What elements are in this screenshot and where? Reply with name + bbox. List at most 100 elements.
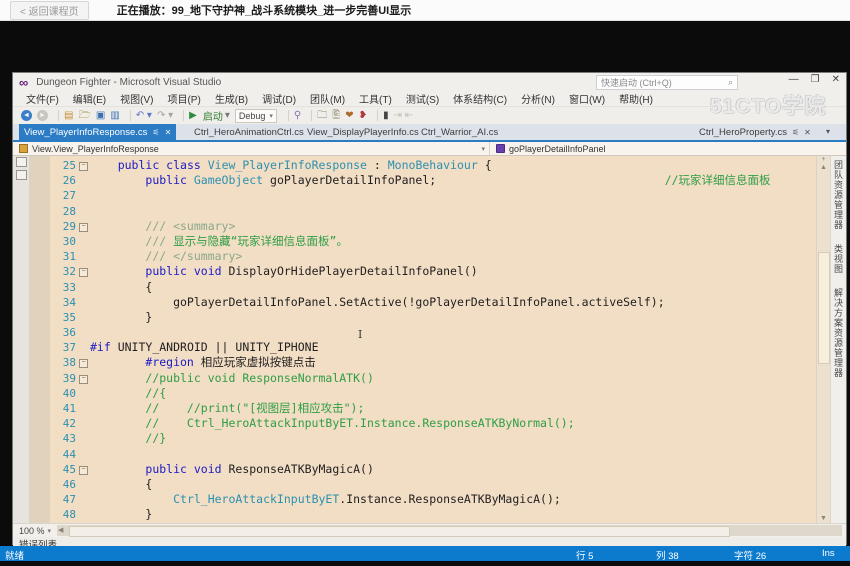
collapse-icon[interactable]: − xyxy=(79,223,88,232)
code-editor[interactable]: I 25− public class View_PlayerInfoRespon… xyxy=(13,156,846,523)
code-line-34[interactable]: 34 goPlayerDetailInfoPanel.SetActive(!go… xyxy=(50,295,816,310)
collapse-icon[interactable]: − xyxy=(79,359,88,368)
toolbar: ◄ ► ▤ 🗁 ▣ ▥ ↶ ▾ ↷ ▾ ▶ 启动 ▾ Debug ▾ ⚲ 🗀 🖺… xyxy=(13,106,846,124)
document-tab-View_PlayerInfoResponse.cs[interactable]: View_PlayerInfoResponse.cs⚟✕ xyxy=(19,124,176,140)
code-text: public class View_PlayerInfoResponse : M… xyxy=(90,158,816,173)
redo-icon[interactable]: ↷ ▾ xyxy=(157,110,173,122)
vertical-scrollbar[interactable]: + ▲ ▼ xyxy=(816,156,830,523)
server-explorer-icon[interactable] xyxy=(16,170,27,180)
menu-item-9[interactable]: 体系结构(C) xyxy=(446,91,514,106)
toolbox-icon[interactable] xyxy=(16,157,27,167)
menu-item-2[interactable]: 视图(V) xyxy=(113,91,160,106)
document-tab-Ctrl_HeroAnimationCtrl.cs[interactable]: Ctrl_HeroAnimationCtrl.cs xyxy=(189,124,309,140)
line-number: 42 xyxy=(50,416,76,431)
navigate-forward-icon[interactable]: ► xyxy=(37,110,48,121)
new-file-icon[interactable]: ▤ xyxy=(64,110,73,122)
quick-launch-input[interactable]: 快速启动 (Ctrl+Q) ⌕ xyxy=(596,75,738,90)
code-line-48[interactable]: 48 } xyxy=(50,507,816,522)
open-file-icon[interactable]: 🗁 xyxy=(78,110,90,122)
code-lines[interactable]: I 25− public class View_PlayerInfoRespon… xyxy=(50,156,816,523)
undo-icon[interactable]: ↶ ▾ xyxy=(136,110,152,122)
code-line-39[interactable]: 39− //public void ResponseNormalATK() xyxy=(50,371,816,386)
code-line-27[interactable]: 27 xyxy=(50,188,816,203)
solution-configuration-dropdown[interactable]: Debug ▾ xyxy=(235,109,277,123)
horizontal-scrollbar[interactable]: ◀ xyxy=(57,525,842,536)
collapse-icon[interactable]: − xyxy=(79,268,88,277)
code-line-25[interactable]: 25− public class View_PlayerInfoResponse… xyxy=(50,158,816,173)
minimize-button[interactable]: — xyxy=(789,74,799,85)
code-line-43[interactable]: 43 //} xyxy=(50,431,816,446)
indent-icon[interactable]: ⇥ ⇤ xyxy=(394,110,414,122)
scroll-down-icon[interactable]: ▼ xyxy=(817,515,830,522)
zoom-level-dropdown[interactable]: 100 % xyxy=(19,526,45,536)
code-line-32[interactable]: 32− public void DisplayOrHidePlayerDetai… xyxy=(50,264,816,279)
code-line-38[interactable]: 38− #region 相应玩家虚拟按键点击 xyxy=(50,355,816,370)
menu-item-4[interactable]: 生成(B) xyxy=(208,91,255,106)
menu-item-0[interactable]: 文件(F) xyxy=(19,91,66,106)
collapse-icon[interactable]: − xyxy=(79,162,88,171)
menu-item-5[interactable]: 调试(D) xyxy=(255,91,303,106)
breakpoint-margin[interactable] xyxy=(30,156,50,523)
code-line-29[interactable]: 29− /// <summary> xyxy=(50,219,816,234)
menu-item-6[interactable]: 团队(M) xyxy=(303,91,352,106)
close-button[interactable]: ✕ xyxy=(832,74,840,85)
dock-tab-1[interactable]: 类视图 xyxy=(832,244,845,274)
dock-tab-0[interactable]: 团队资源管理器 xyxy=(832,160,845,230)
pin-icon[interactable]: ⚟ xyxy=(792,128,799,137)
code-line-41[interactable]: 41 // //print("[视图层]相应攻击"); xyxy=(50,401,816,416)
vertical-scroll-thumb[interactable] xyxy=(818,252,830,364)
code-line-46[interactable]: 46 { xyxy=(50,477,816,492)
pin-icon[interactable]: ⚟ xyxy=(152,128,159,137)
code-line-26[interactable]: 26 public GameObject goPlayerDetailInfoP… xyxy=(50,173,816,188)
close-icon[interactable]: ✕ xyxy=(804,128,811,137)
scroll-up-icon[interactable]: ▲ xyxy=(817,164,830,171)
menu-item-12[interactable]: 帮助(H) xyxy=(612,91,660,106)
start-button-label[interactable]: 启动 xyxy=(203,108,223,123)
close-icon[interactable]: ✕ xyxy=(165,128,172,137)
code-line-40[interactable]: 40 //{ xyxy=(50,386,816,401)
horizontal-scroll-thumb[interactable] xyxy=(69,526,730,537)
find-in-files-icon[interactable]: 🗀 xyxy=(317,110,327,122)
attach-process-icon[interactable]: ⚲ xyxy=(294,110,301,122)
uncomment-icon[interactable]: ❥ xyxy=(359,110,367,122)
code-line-42[interactable]: 42 // Ctrl_HeroAttackInputByET.Instance.… xyxy=(50,416,816,431)
code-line-45[interactable]: 45− public void ResponseATKByMagicA() xyxy=(50,462,816,477)
code-line-35[interactable]: 35 } xyxy=(50,310,816,325)
visual-studio-window: ∞ Dungeon Fighter - Microsoft Visual Stu… xyxy=(12,72,847,545)
scroll-left-icon[interactable]: ◀ xyxy=(58,526,63,534)
comment-icon[interactable]: ❤ xyxy=(345,110,353,122)
code-line-44[interactable]: 44 xyxy=(50,447,816,462)
document-tab-Ctrl_HeroProperty.cs[interactable]: Ctrl_HeroProperty.cs⚟✕ xyxy=(694,124,816,140)
type-dropdown-value: View.View_PlayerInfoResponse xyxy=(32,144,159,154)
code-line-33[interactable]: 33 { xyxy=(50,280,816,295)
save-icon[interactable]: ▣ xyxy=(96,110,105,122)
back-to-course-button[interactable]: < 返回课程页 xyxy=(10,1,89,20)
breakpoint-icon[interactable]: ▮ xyxy=(383,110,389,122)
type-dropdown[interactable]: View.View_PlayerInfoResponse ▾ xyxy=(13,142,490,155)
code-line-28[interactable]: 28 xyxy=(50,204,816,219)
maximize-button[interactable]: ❐ xyxy=(811,74,820,85)
find-symbol-icon[interactable]: 🖺 xyxy=(332,110,340,122)
collapse-icon[interactable]: − xyxy=(79,466,88,475)
start-debug-icon[interactable]: ▶ xyxy=(189,110,197,122)
menu-item-3[interactable]: 项目(P) xyxy=(160,91,207,106)
code-line-47[interactable]: 47 Ctrl_HeroAttackInputByET.Instance.Res… xyxy=(50,492,816,507)
collapse-icon[interactable]: − xyxy=(79,375,88,384)
code-line-36[interactable]: 36 xyxy=(50,325,816,340)
menu-item-1[interactable]: 编辑(E) xyxy=(66,91,113,106)
code-line-37[interactable]: 37#if UNITY_ANDROID || UNITY_IPHONE xyxy=(50,340,816,355)
tab-overflow-button[interactable]: ▾ xyxy=(826,127,830,136)
splitter-grip-icon[interactable]: + xyxy=(817,156,830,163)
dock-tab-2[interactable]: 解决方案资源管理器 xyxy=(832,288,845,378)
document-tab-View_DisplayPlayerInfo.cs[interactable]: View_DisplayPlayerInfo.cs xyxy=(302,124,424,140)
menu-item-8[interactable]: 测试(S) xyxy=(399,91,446,106)
member-dropdown[interactable]: goPlayerDetailInfoPanel xyxy=(490,142,846,155)
menu-item-7[interactable]: 工具(T) xyxy=(352,91,399,106)
code-line-30[interactable]: 30 /// 显示与隐藏“玩家详细信息面板”。 xyxy=(50,234,816,249)
save-all-icon[interactable]: ▥ xyxy=(110,110,119,122)
code-line-31[interactable]: 31 /// </summary> xyxy=(50,249,816,264)
menu-item-10[interactable]: 分析(N) xyxy=(514,91,562,106)
document-tab-Ctrl_Warrior_AI.cs[interactable]: Ctrl_Warrior_AI.cs xyxy=(416,124,503,140)
menu-item-11[interactable]: 窗口(W) xyxy=(562,91,612,106)
navigate-back-icon[interactable]: ◄ xyxy=(21,110,32,121)
